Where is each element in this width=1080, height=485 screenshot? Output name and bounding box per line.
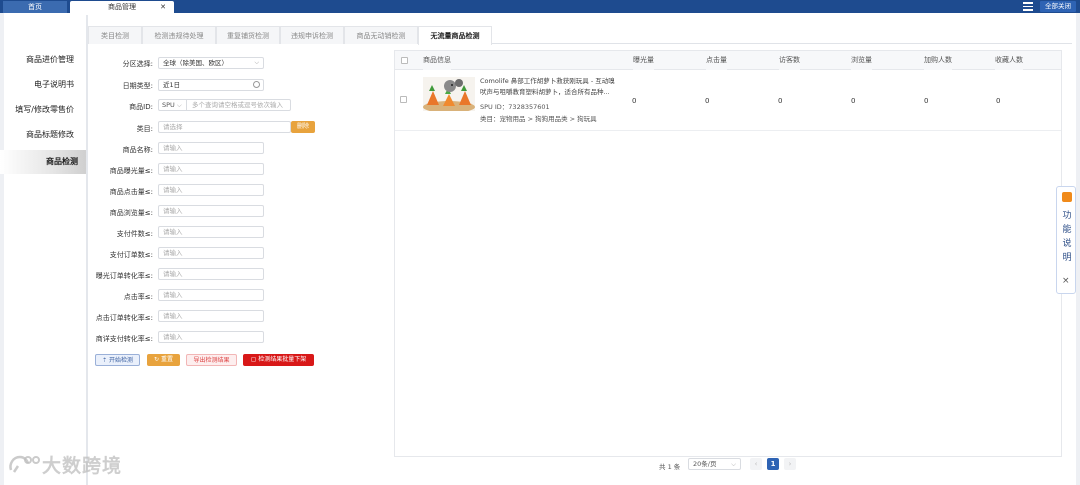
product-name-input[interactable]: 请输入 bbox=[158, 142, 264, 154]
clicks-value: 0 bbox=[705, 97, 710, 105]
category-label: 类目: bbox=[136, 125, 153, 133]
field-label: 商详支付转化率≤: bbox=[95, 335, 153, 343]
date-type-label: 日期类型: bbox=[122, 82, 153, 90]
close-icon[interactable]: × bbox=[1062, 276, 1070, 286]
chevron-down-icon: ⌵ bbox=[731, 460, 736, 468]
product-title-line1: Comolife 鼻部工作胡萝卜救获刚玩具 - 互动嗅 bbox=[480, 77, 615, 85]
ctr-input[interactable]: 请输入 bbox=[158, 289, 264, 301]
close-all-button[interactable]: 全部关闭 bbox=[1040, 1, 1076, 12]
field-label: 商品曝光量≤: bbox=[109, 167, 153, 175]
col-add-cart: 加购人数 bbox=[924, 51, 952, 70]
feature-help-panel[interactable]: 功能说明 × bbox=[1056, 186, 1076, 294]
field-label: 商品浏览量≤: bbox=[109, 209, 153, 217]
prev-page-button[interactable]: ‹ bbox=[750, 458, 762, 470]
nav-item-product-check[interactable]: 商品检测 bbox=[0, 150, 86, 174]
page-1-button[interactable]: 1 bbox=[767, 458, 779, 470]
product-category: 类目：宠物用品 > 狗狗用品类 > 狗玩具 bbox=[480, 115, 597, 123]
click-conversion-input[interactable]: 请输入 bbox=[158, 310, 264, 322]
divider bbox=[86, 15, 88, 485]
product-id-placeholder: 多个查询请空格或逗号依次输入 bbox=[192, 101, 283, 109]
row-checkbox[interactable] bbox=[400, 96, 407, 103]
region-label: 分区选择: bbox=[122, 60, 153, 68]
visitors-value: 0 bbox=[778, 97, 783, 105]
field-label: 支付订单数≤: bbox=[109, 251, 153, 259]
product-spu-id: SPU ID：7328357601 bbox=[480, 103, 550, 111]
chevron-down-icon: ⌵ bbox=[254, 59, 259, 66]
col-exposure: 曝光量 bbox=[633, 51, 654, 70]
reset-label: 重置 bbox=[160, 356, 173, 363]
exposure-input[interactable]: 请输入 bbox=[158, 163, 264, 175]
nav-item-title-edit[interactable]: 商品标题修改 bbox=[0, 124, 82, 146]
batch-offshelf-button[interactable]: ▢ 检测结果批量下架 bbox=[243, 354, 314, 366]
export-button[interactable]: 导出检测结果 bbox=[186, 354, 237, 366]
page-size-select[interactable]: 20条/页 ⌵ bbox=[688, 458, 741, 470]
select-all-checkbox[interactable] bbox=[401, 57, 408, 64]
col-views: 浏览量 bbox=[851, 51, 872, 70]
nav-item-cost-price[interactable]: 商品进价管理 bbox=[0, 49, 82, 71]
start-check-label: 开始检测 bbox=[108, 357, 133, 364]
paid-items-input[interactable]: 请输入 bbox=[158, 226, 264, 238]
batch-offshelf-label: 检测结果批量下架 bbox=[258, 356, 307, 363]
date-type-value: 近1日 bbox=[163, 81, 181, 89]
tab-goods-label: 商品管理 bbox=[108, 3, 136, 11]
views-value: 0 bbox=[851, 97, 856, 105]
paid-orders-input[interactable]: 请输入 bbox=[158, 247, 264, 259]
tab-category-check[interactable]: 类目检测 bbox=[88, 26, 142, 44]
nav-item-e-manual[interactable]: 电子说明书 bbox=[0, 74, 82, 96]
field-label: 支付件数≤: bbox=[116, 230, 153, 238]
exposure-value: 0 bbox=[632, 97, 637, 105]
watermark-logo-icon bbox=[9, 455, 40, 473]
watermark-text: 大数跨境 bbox=[42, 454, 123, 477]
col-visitors: 访客数 bbox=[779, 51, 800, 70]
list-menu-icon[interactable] bbox=[1023, 2, 1033, 11]
spu-type-value: SPU bbox=[162, 101, 175, 109]
tab-duplicate-check[interactable]: 重复铺货检测 bbox=[216, 26, 280, 44]
field-label: 商品名称: bbox=[122, 146, 153, 154]
add-cart-value: 0 bbox=[924, 97, 929, 105]
field-label: 点击率≤: bbox=[123, 293, 153, 301]
results-table: 商品信息 曝光量 点击量 访客数 浏览量 加购人数 收藏人数 bbox=[394, 50, 1062, 457]
favorites-value: 0 bbox=[996, 97, 1001, 105]
date-type-select[interactable]: 近1日 bbox=[158, 79, 264, 91]
category-delete-button[interactable]: 删除 bbox=[291, 121, 315, 133]
tab-no-sales-check[interactable]: 商品无动销检测 bbox=[344, 26, 418, 44]
col-product-info: 商品信息 bbox=[423, 51, 451, 70]
field-label: 点击订单转化率≤: bbox=[95, 314, 153, 322]
watermark: 大数跨境 bbox=[8, 450, 122, 478]
category-select[interactable]: 请选择 bbox=[158, 121, 291, 133]
tab-goods[interactable]: 商品管理 ✕ bbox=[70, 1, 174, 13]
product-thumbnail bbox=[423, 77, 475, 111]
help-icon bbox=[1062, 192, 1072, 202]
region-value: 全球（除美国、欧区） bbox=[163, 59, 228, 67]
product-title-line2: 吠声与咀嚼教育塑料胡萝卜，适合所有品种... bbox=[480, 88, 610, 96]
page-size-value: 20条/页 bbox=[693, 460, 717, 468]
reset-button[interactable]: ↻ 重置 bbox=[147, 354, 180, 366]
field-label: 商品点击量≤: bbox=[109, 188, 153, 196]
top-bar: 首页 商品管理 ✕ 全部关闭 bbox=[0, 0, 1080, 13]
clock-icon bbox=[253, 81, 260, 88]
nav-item-retail-price[interactable]: 填写/修改零售价 bbox=[0, 99, 82, 121]
next-page-button[interactable]: › bbox=[784, 458, 796, 470]
col-favorites: 收藏人数 bbox=[995, 51, 1023, 70]
start-check-button[interactable]: ⇡ 开始检测 bbox=[95, 354, 140, 366]
tab-no-traffic-check[interactable]: 无流量商品检测 bbox=[418, 26, 492, 45]
clicks-input[interactable]: 请输入 bbox=[158, 184, 264, 196]
tab-appeal-check[interactable]: 违规申诉检测 bbox=[280, 26, 344, 44]
detail-conversion-input[interactable]: 请输入 bbox=[158, 331, 264, 343]
spu-type-select[interactable]: SPU ⌵ bbox=[159, 100, 187, 110]
product-id-input[interactable]: SPU ⌵ 多个查询请空格或逗号依次输入 bbox=[158, 99, 291, 111]
close-icon[interactable]: ✕ bbox=[160, 1, 166, 13]
pagination-total: 共 1 条 bbox=[659, 463, 681, 471]
region-select[interactable]: 全球（除美国、欧区） ⌵ bbox=[158, 57, 264, 69]
views-input[interactable]: 请输入 bbox=[158, 205, 264, 217]
tab-violation-pending[interactable]: 检测违规待处理 bbox=[142, 26, 216, 44]
tab-home[interactable]: 首页 bbox=[3, 1, 67, 13]
table-header bbox=[395, 51, 1061, 70]
product-id-label: 商品ID: bbox=[129, 103, 153, 111]
field-label: 曝光订单转化率≤: bbox=[95, 272, 153, 280]
col-clicks: 点击量 bbox=[706, 51, 727, 70]
product-title[interactable]: Comolife 鼻部工作胡萝卜救获刚玩具 - 互动嗅 吠声与咀嚼教育塑料胡萝卜… bbox=[480, 76, 622, 98]
exposure-conversion-input[interactable]: 请输入 bbox=[158, 268, 264, 280]
help-label: 功能说明 bbox=[1062, 211, 1072, 263]
